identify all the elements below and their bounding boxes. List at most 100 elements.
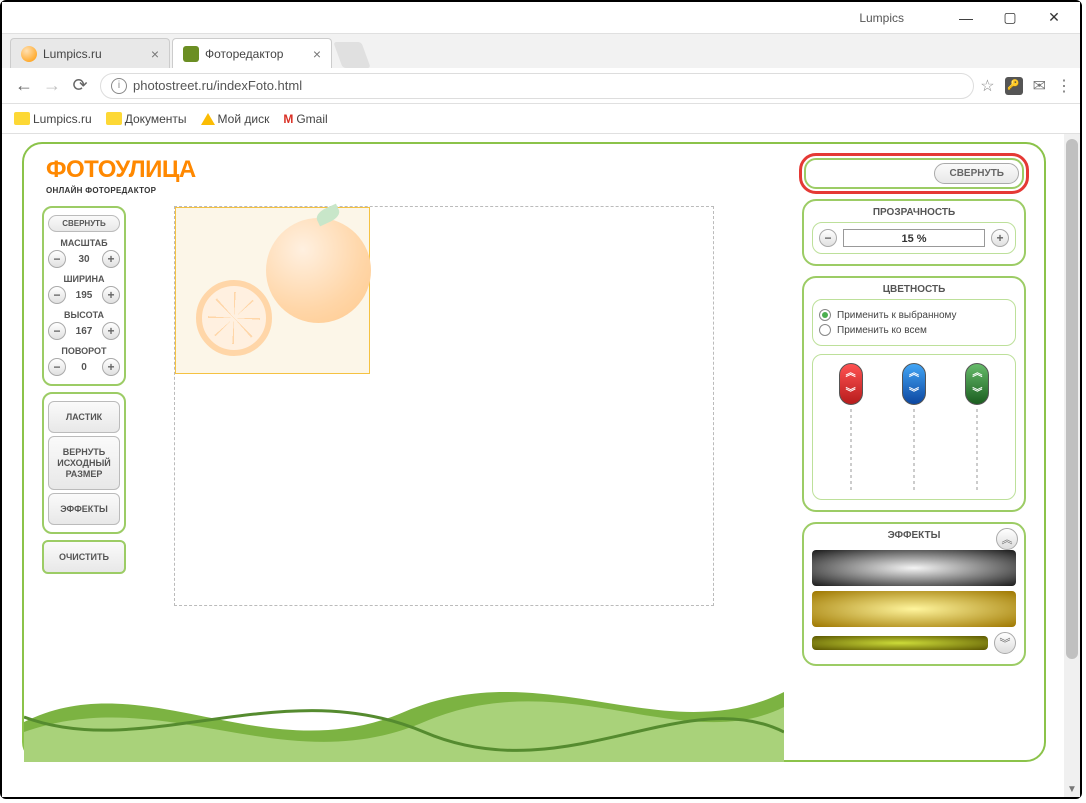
logo-text: ФОТОУЛИЦА <box>46 156 196 184</box>
page-scrollbar[interactable]: ▲ ▼ <box>1064 134 1080 797</box>
menu-icon[interactable]: ⋮ <box>1056 76 1072 96</box>
orange-illustration <box>266 218 371 323</box>
window-maximize-button[interactable]: ▢ <box>988 3 1032 33</box>
height-value: 167 <box>66 326 102 337</box>
radio-on-icon <box>819 309 831 321</box>
slider-track <box>850 409 852 491</box>
rotate-plus-button[interactable]: + <box>102 358 120 376</box>
slider-track <box>976 409 978 491</box>
tools-panel: ЛАСТИК ВЕРНУТЬ ИСХОДНЫЙ РАЗМЕР ЭФФЕКТЫ <box>42 392 126 534</box>
effect-swatch-silver[interactable] <box>812 550 1016 586</box>
collapse-right-button[interactable]: СВЕРНУТЬ <box>934 163 1019 184</box>
logo-subtitle: ОНЛАЙН ФОТОРЕДАКТОР <box>46 186 196 195</box>
color-apply-group: Применить к выбранному Применить ко всем <box>812 299 1016 346</box>
left-toolbar: СВЕРНУТЬ МАСШТАБ − 30 + ШИРИНА − 195 + В… <box>42 206 126 577</box>
blue-slider[interactable]: ︽︾ <box>902 363 926 491</box>
window-minimize-button[interactable]: ― <box>944 3 988 33</box>
orange-icon <box>21 46 37 62</box>
opacity-control: − 15 % + <box>812 222 1016 254</box>
height-stepper: − 167 + <box>48 322 120 340</box>
height-plus-button[interactable]: + <box>102 322 120 340</box>
opacity-value[interactable]: 15 % <box>843 229 985 247</box>
clear-button[interactable]: ОЧИСТИТЬ <box>42 540 126 574</box>
page-content: ФОТОУЛИЦА ОНЛАЙН ФОТОРЕДАКТОР СВЕРНУТЬ М… <box>2 134 1080 797</box>
color-panel: ЦВЕТНОСТЬ Применить к выбранному Примени… <box>802 276 1026 512</box>
rotate-label: ПОВОРОТ <box>48 346 120 356</box>
photo-editor-app: ФОТОУЛИЦА ОНЛАЙН ФОТОРЕДАКТОР СВЕРНУТЬ М… <box>22 142 1046 762</box>
right-collapse-panel: СВЕРНУТЬ <box>804 158 1024 189</box>
url-text: photostreet.ru/indexFoto.html <box>133 78 302 93</box>
close-icon[interactable]: × <box>151 46 159 62</box>
red-knob[interactable]: ︽︾ <box>839 363 863 405</box>
rotate-minus-button[interactable]: − <box>48 358 66 376</box>
bookmark-gmail[interactable]: MGmail <box>279 112 331 126</box>
bookmark-mydisk[interactable]: Мой диск <box>197 112 274 126</box>
blue-knob[interactable]: ︽︾ <box>902 363 926 405</box>
app-logo: ФОТОУЛИЦА ОНЛАЙН ФОТОРЕДАКТОР <box>46 156 196 195</box>
reset-size-button[interactable]: ВЕРНУТЬ ИСХОДНЫЙ РАЗМЕР <box>48 436 120 490</box>
selected-image[interactable] <box>175 207 370 374</box>
opacity-plus-button[interactable]: + <box>991 229 1009 247</box>
close-icon[interactable]: × <box>313 46 321 62</box>
red-slider[interactable]: ︽︾ <box>839 363 863 491</box>
color-title: ЦВЕТНОСТЬ <box>812 284 1016 295</box>
effects-button[interactable]: ЭФФЕКТЫ <box>48 493 120 525</box>
reload-button[interactable]: ⟳ <box>66 72 94 100</box>
tab-bar: Lumpics.ru × Фоторедактор × <box>2 34 1080 68</box>
scale-value: 30 <box>66 254 102 265</box>
address-bar: ← → ⟳ i photostreet.ru/indexFoto.html ☆ … <box>2 68 1080 104</box>
back-button[interactable]: ← <box>10 72 38 100</box>
scroll-down-icon[interactable]: ▼ <box>1064 781 1080 797</box>
opacity-minus-button[interactable]: − <box>819 229 837 247</box>
scrollbar-thumb[interactable] <box>1066 139 1078 659</box>
window-close-button[interactable]: ✕ <box>1032 3 1076 33</box>
effects-panel: ЭФФЕКТЫ ︽ ︾ document.querySelector('[dat… <box>802 522 1026 666</box>
rgb-sliders: ︽︾ ︽︾ ︽︾ <box>812 354 1016 500</box>
effects-scroll-down-button[interactable]: ︾ <box>994 632 1016 654</box>
green-slider[interactable]: ︽︾ <box>965 363 989 491</box>
tab-label: Lumpics.ru <box>43 47 102 61</box>
right-sidebar: СВЕРНУТЬ ПРОЗРАЧНОСТЬ − 15 % + ЦВЕТНОСТЬ <box>802 156 1026 676</box>
collapse-left-button[interactable]: СВЕРНУТЬ <box>48 215 120 232</box>
width-stepper: − 195 + <box>48 286 120 304</box>
green-knob[interactable]: ︽︾ <box>965 363 989 405</box>
effects-scroll-up-button[interactable]: ︽ <box>996 528 1018 550</box>
width-minus-button[interactable]: − <box>48 286 66 304</box>
radio-off-icon <box>819 324 831 336</box>
canvas-area[interactable] <box>174 206 714 606</box>
apply-selected-radio[interactable]: Применить к выбранному <box>819 309 1009 321</box>
effect-swatch-olive[interactable] <box>812 636 988 650</box>
width-label: ШИРИНА <box>48 274 120 284</box>
site-info-icon[interactable]: i <box>111 78 127 94</box>
tab-photoeditor[interactable]: Фоторедактор × <box>172 38 332 68</box>
star-icon[interactable]: ☆ <box>980 76 994 96</box>
scale-minus-button[interactable]: − <box>48 250 66 268</box>
forward-button[interactable]: → <box>38 72 66 100</box>
width-value: 195 <box>66 290 102 301</box>
height-minus-button[interactable]: − <box>48 322 66 340</box>
browser-window: Lumpics ― ▢ ✕ Lumpics.ru × Фоторедактор … <box>0 0 1082 799</box>
drive-icon <box>201 113 215 125</box>
window-titlebar: Lumpics ― ▢ ✕ <box>2 2 1080 34</box>
tab-label: Фоторедактор <box>205 47 283 61</box>
opacity-title: ПРОЗРАЧНОСТЬ <box>812 207 1016 218</box>
scale-plus-button[interactable]: + <box>102 250 120 268</box>
decorative-wave <box>24 652 784 762</box>
key-icon[interactable]: 🔑 <box>1005 77 1023 95</box>
apply-all-radio[interactable]: Применить ко всем <box>819 324 1009 336</box>
url-field[interactable]: i photostreet.ru/indexFoto.html <box>100 73 974 99</box>
folder-icon <box>106 112 122 125</box>
bookmark-documents[interactable]: Документы <box>102 112 191 126</box>
eraser-button[interactable]: ЛАСТИК <box>48 401 120 433</box>
tab-lumpics[interactable]: Lumpics.ru × <box>10 38 170 68</box>
orange-slice-illustration <box>196 280 272 356</box>
folder-icon <box>14 112 30 125</box>
rotate-stepper: − 0 + <box>48 358 120 376</box>
mail-icon[interactable]: ✉ <box>1033 76 1046 96</box>
effect-swatch-gold[interactable] <box>812 591 1016 627</box>
scale-label: МАСШТАБ <box>48 238 120 248</box>
bookmark-lumpics[interactable]: Lumpics.ru <box>10 112 96 126</box>
new-tab-button[interactable] <box>333 42 370 68</box>
window-title: Lumpics <box>6 11 944 25</box>
width-plus-button[interactable]: + <box>102 286 120 304</box>
